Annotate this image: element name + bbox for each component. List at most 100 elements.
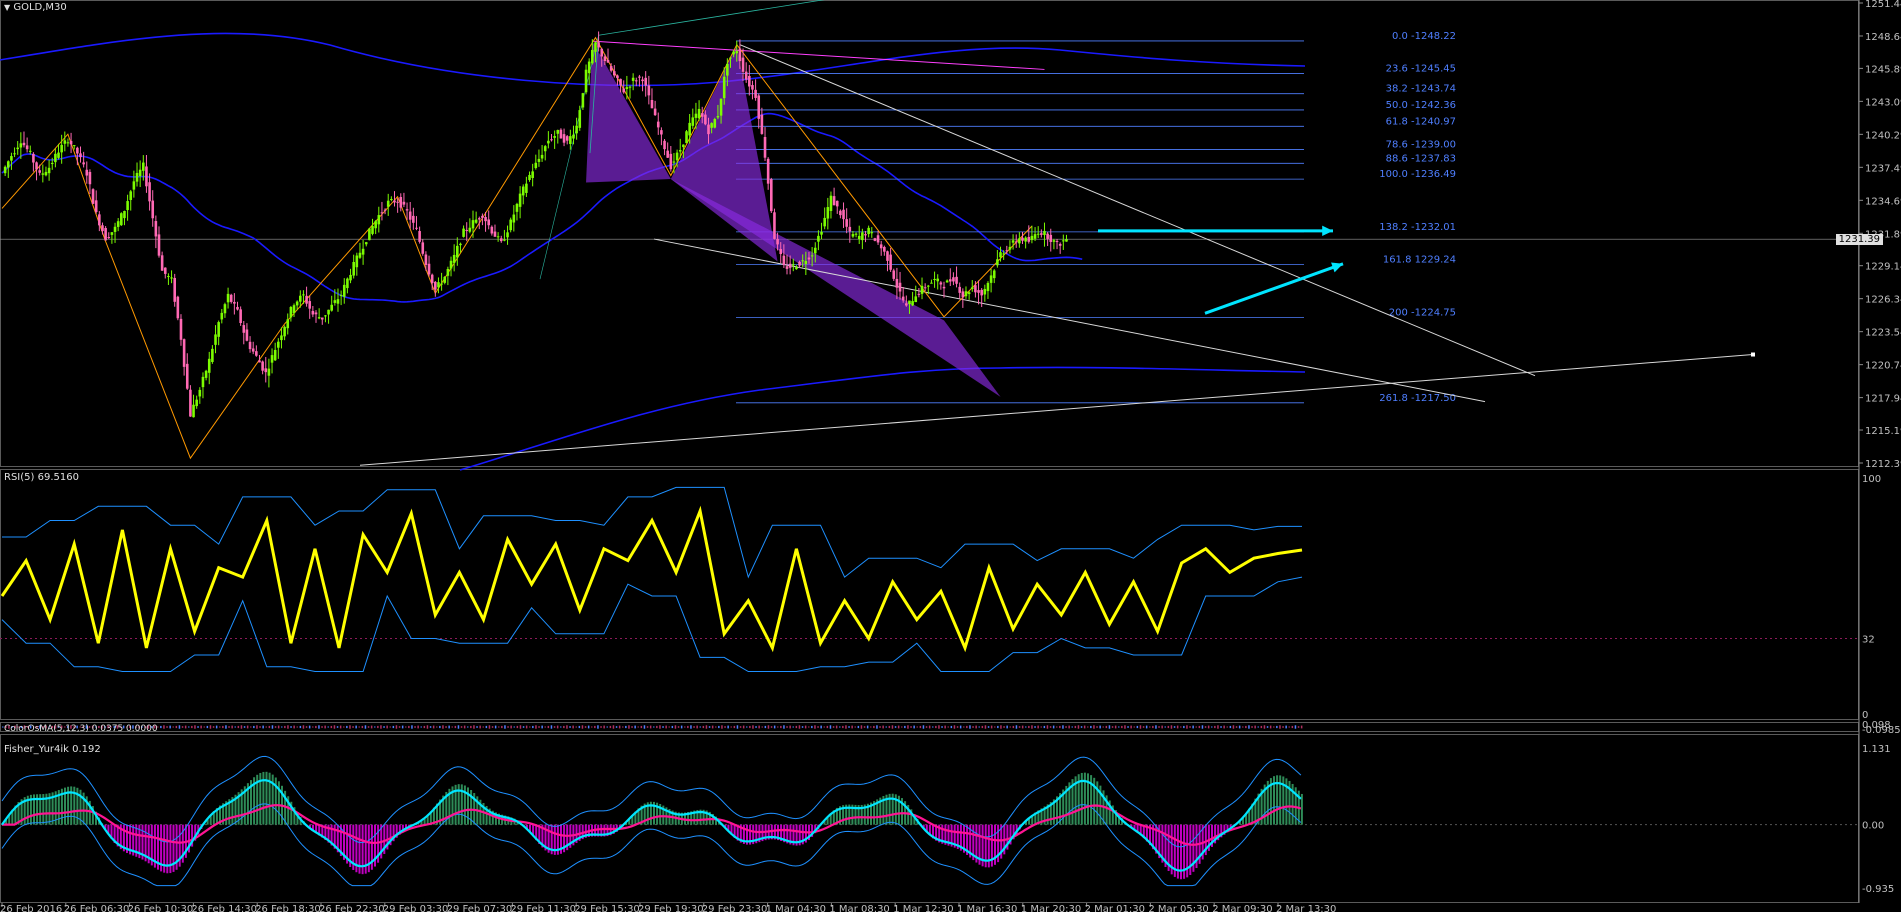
osma-bar	[1052, 725, 1055, 729]
candle-bear	[770, 179, 773, 212]
candle-bear	[1058, 243, 1062, 246]
osma-bar	[479, 725, 481, 729]
osma-bar	[1077, 725, 1080, 729]
candle-bear	[157, 234, 161, 256]
osma-bar	[1096, 726, 1098, 728]
osma-bar	[1173, 726, 1176, 728]
candle-bull	[50, 162, 54, 164]
candle-bull	[1018, 238, 1021, 244]
osma-bar	[392, 725, 395, 729]
candle-bear	[700, 113, 704, 117]
osma-bar	[984, 725, 987, 729]
candle-bear	[380, 212, 384, 214]
trend-lines[interactable]	[359, 0, 1755, 466]
candle-bear	[415, 227, 418, 229]
osma-bar	[1108, 725, 1111, 729]
candle-bear	[499, 238, 503, 242]
osma-bar	[274, 726, 277, 728]
osma-bar	[169, 725, 171, 729]
osma-bar	[281, 726, 283, 728]
candle-bull	[317, 317, 321, 319]
candle-bear	[773, 212, 776, 239]
osma-bar	[761, 726, 763, 728]
candle-bull	[1011, 240, 1015, 243]
candle-bear	[424, 254, 428, 265]
osma-bar	[1025, 726, 1027, 728]
chevron-down-icon[interactable]: ▼	[4, 3, 10, 12]
candle-bear	[597, 42, 600, 48]
candle-bull	[123, 211, 126, 219]
fan-line-2	[598, 0, 825, 36]
candle-bull	[992, 270, 996, 279]
osma-bar	[339, 725, 342, 729]
osma-bar	[578, 725, 581, 729]
candle-bull	[1062, 240, 1065, 242]
candle-bear	[952, 277, 955, 282]
osma-bar	[1012, 725, 1015, 729]
osma-bar	[990, 725, 993, 729]
candle-bear	[305, 295, 308, 304]
osma-bar	[668, 726, 670, 728]
osma-bar	[1015, 725, 1018, 729]
harmonic-pattern[interactable]	[586, 40, 1045, 397]
candle-bull	[446, 268, 450, 276]
time-tick-label: 2 Mar 09:30	[1212, 904, 1272, 912]
rsi-upper-band	[2, 486, 1302, 579]
candles	[3, 31, 1068, 418]
chart-canvas[interactable]: 1251.44 1248.64 1245.89 1243.09 1240.29 1237.…	[0, 0, 1901, 912]
fib-level-label: 100.0 -1236.49	[1379, 169, 1456, 180]
osma-bar	[1238, 725, 1241, 729]
osma-bar	[956, 726, 959, 728]
candle-bull	[927, 285, 930, 287]
cyan-arrows[interactable]	[1098, 225, 1344, 315]
osma-level-label: -0.0985	[1862, 725, 1901, 736]
osma-bar	[284, 725, 286, 729]
osma-bar	[1040, 726, 1042, 728]
candle-bear	[91, 189, 95, 204]
zigzag-line	[1, 36, 1033, 460]
osma-bar	[553, 726, 556, 728]
osma-bar	[1093, 725, 1095, 729]
osma-bar	[994, 726, 996, 728]
osma-bar	[1288, 726, 1290, 728]
zigzag-polyline	[1, 36, 1033, 460]
osma-bar	[963, 726, 965, 728]
fib-level-label: 261.8 -1217.50	[1379, 393, 1456, 404]
candle-bull	[908, 300, 911, 305]
candle-bull	[682, 144, 685, 148]
osma-bar	[1269, 725, 1272, 729]
price-axis: 1251.44 1248.64 1245.89 1243.09 1240.29 1237.…	[0, 0, 1901, 470]
osma-bar	[191, 725, 193, 729]
candle-bull	[1065, 239, 1068, 242]
osma-bar	[656, 725, 658, 729]
osma-bar	[646, 726, 649, 728]
osma-bar	[178, 725, 181, 729]
time-tick-label: 1 Mar 08:30	[829, 904, 889, 912]
candle-bear	[1040, 233, 1043, 235]
candle-bull	[521, 186, 525, 196]
osma-bar	[1294, 725, 1297, 729]
osma-bar	[277, 725, 280, 729]
osma-bar	[197, 726, 199, 728]
osma-bar	[522, 726, 525, 728]
osma-bar	[231, 725, 233, 729]
osma-bar	[783, 725, 785, 729]
osma-bar	[1071, 726, 1073, 728]
osma-bar	[662, 726, 664, 728]
candle-bear	[418, 231, 421, 242]
candle-bull	[1024, 237, 1027, 242]
candle-bear	[255, 351, 258, 356]
osma-bar	[343, 726, 345, 728]
fisher-title: Fisher_Yur4ik 0.192	[4, 744, 101, 755]
candle-bull	[553, 136, 556, 138]
candle-bear	[176, 296, 180, 319]
osma-bar	[491, 726, 494, 728]
candle-bull	[6, 161, 10, 168]
osma-bar	[718, 725, 720, 729]
candle-bull	[201, 376, 205, 388]
osma-bar	[860, 725, 863, 729]
candle-bull	[371, 226, 374, 234]
osma-bar	[649, 725, 652, 729]
candle-bear	[399, 197, 403, 208]
candle-bull	[138, 169, 142, 177]
